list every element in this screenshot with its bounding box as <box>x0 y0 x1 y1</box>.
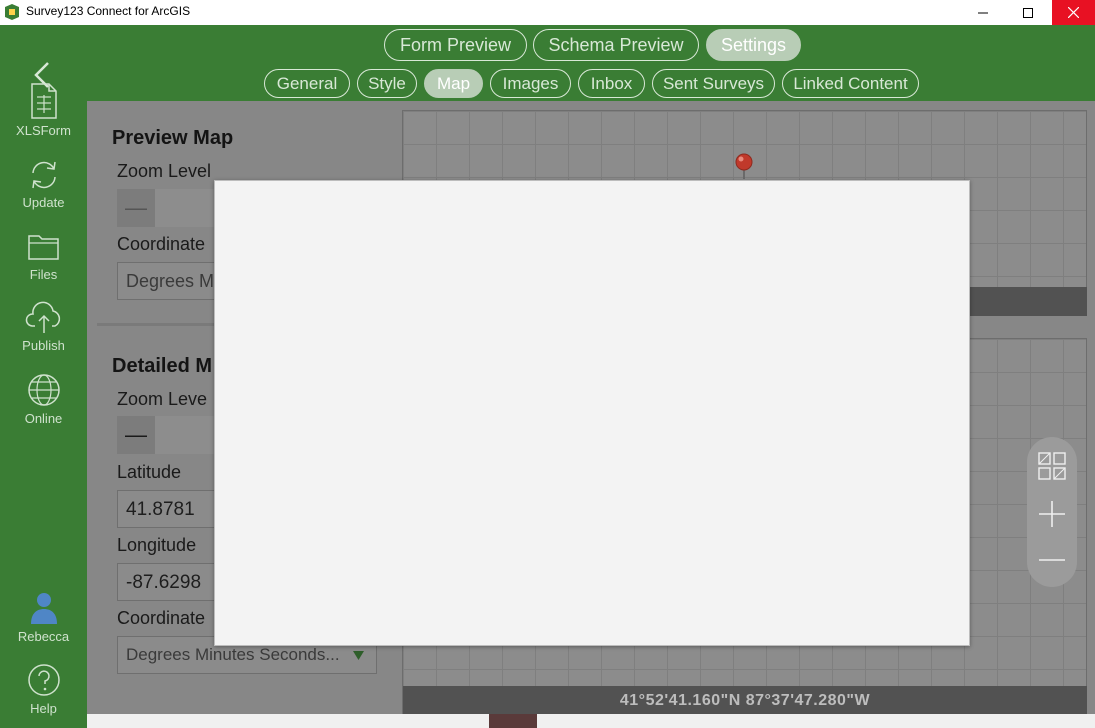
close-button[interactable] <box>1052 0 1095 25</box>
spreadsheet-icon <box>30 83 57 119</box>
detailed-zoom-label: Zoom Leve <box>117 389 208 409</box>
select-value: Degrees M <box>126 271 215 291</box>
zoom-decrease-button[interactable]: — <box>117 189 155 227</box>
subtab-style[interactable]: Style <box>357 69 417 98</box>
subtab-sent-surveys[interactable]: Sent Surveys <box>652 69 775 98</box>
subtab-label: Sent Surveys <box>662 73 765 93</box>
modal-dialog[interactable] <box>214 180 970 646</box>
close-icon <box>1068 7 1079 18</box>
subtab-label: Linked Content <box>793 73 908 93</box>
input-value: 41.8781 <box>126 499 195 520</box>
preview-coordinate-label: Coordinate <box>117 234 206 254</box>
subtab-images[interactable]: Images <box>490 69 571 98</box>
tab-settings[interactable]: Settings <box>706 29 801 61</box>
tab-schema-preview[interactable]: Schema Preview <box>533 29 699 61</box>
folder-icon <box>27 235 59 260</box>
latitude-label: Latitude <box>117 462 182 482</box>
bottom-strip <box>87 714 1095 728</box>
sidebar-item-files[interactable]: Files <box>0 231 87 282</box>
subtab-label: Map <box>436 73 471 93</box>
select-value: Degrees Minutes Seconds... <box>126 645 340 664</box>
zoom-in-icon <box>1039 501 1065 527</box>
detailed-map-heading: Detailed M <box>112 355 213 377</box>
tab-label: Schema Preview <box>548 34 684 55</box>
window-titlebar: Survey123 Connect for ArcGIS <box>0 0 1095 25</box>
sidebar-user-label: Rebecca <box>17 629 70 644</box>
location-pin-icon <box>735 153 753 179</box>
bottom-strip-segment <box>489 714 537 728</box>
sidebar-item-xlsform[interactable]: XLSForm <box>0 83 87 138</box>
dropdown-triangle-icon <box>353 651 364 660</box>
sidebar: XLSForm Update Files Publish Online Rebe… <box>0 25 87 728</box>
zoom-out-icon <box>1039 559 1065 561</box>
help-icon <box>27 664 60 696</box>
sidebar-help[interactable]: Help <box>0 663 87 716</box>
input-value: -87.6298 <box>126 572 202 593</box>
preview-zoom-label: Zoom Level <box>117 161 212 181</box>
tab-form-preview[interactable]: Form Preview <box>384 29 527 61</box>
subtab-general[interactable]: General <box>264 69 350 98</box>
subtab-label: Inbox <box>590 73 633 93</box>
window-title: Survey123 Connect for ArcGIS <box>26 4 191 18</box>
sidebar-user[interactable]: Rebecca <box>0 591 87 644</box>
user-icon <box>30 593 57 624</box>
sidebar-help-label: Help <box>30 701 57 716</box>
sidebar-item-label: Online <box>24 411 63 426</box>
zoom-out-button[interactable] <box>1027 537 1077 583</box>
zoom-decrease-button[interactable]: — <box>117 416 155 454</box>
sidebar-item-label: XLSForm <box>16 123 71 138</box>
longitude-label: Longitude <box>117 535 197 555</box>
subtab-inbox[interactable]: Inbox <box>578 69 645 98</box>
subtab-map[interactable]: Map <box>424 69 483 98</box>
subtab-label: General <box>276 73 338 93</box>
detailed-coordinate-label: Coordinate <box>117 608 206 628</box>
basemap-grid-icon <box>1038 452 1066 480</box>
sidebar-item-label: Update <box>22 195 65 210</box>
basemap-button[interactable] <box>1027 443 1077 489</box>
sidebar-item-publish[interactable]: Publish <box>0 300 87 353</box>
sidebar-item-update[interactable]: Update <box>0 159 87 210</box>
cloud-upload-icon <box>25 301 60 333</box>
tab-label: Settings <box>720 34 787 55</box>
tab-label: Form Preview <box>399 34 511 55</box>
coordinate-readout: 41°52'41.160"N 87°37'47.280"W <box>403 686 1087 715</box>
map-tools <box>1027 437 1077 587</box>
subtab-label: Style <box>368 73 406 93</box>
zoom-in-button[interactable] <box>1027 491 1077 537</box>
preview-map-heading: Preview Map <box>112 127 234 149</box>
subtab-linked-content[interactable]: Linked Content <box>782 69 919 98</box>
sidebar-item-online[interactable]: Online <box>0 373 87 426</box>
globe-icon <box>27 374 60 406</box>
app-logo-icon <box>5 4 19 20</box>
refresh-icon <box>31 161 56 189</box>
minus-icon: — <box>125 422 147 447</box>
maximize-icon <box>1023 7 1033 18</box>
minimize-icon <box>978 12 988 13</box>
minus-icon: — <box>125 195 147 220</box>
sidebar-item-label: Publish <box>22 338 65 353</box>
maximize-button[interactable] <box>1005 0 1051 25</box>
minimize-button[interactable] <box>960 0 1006 25</box>
sidebar-item-label: Files <box>29 267 58 282</box>
subtab-label: Images <box>502 73 559 93</box>
